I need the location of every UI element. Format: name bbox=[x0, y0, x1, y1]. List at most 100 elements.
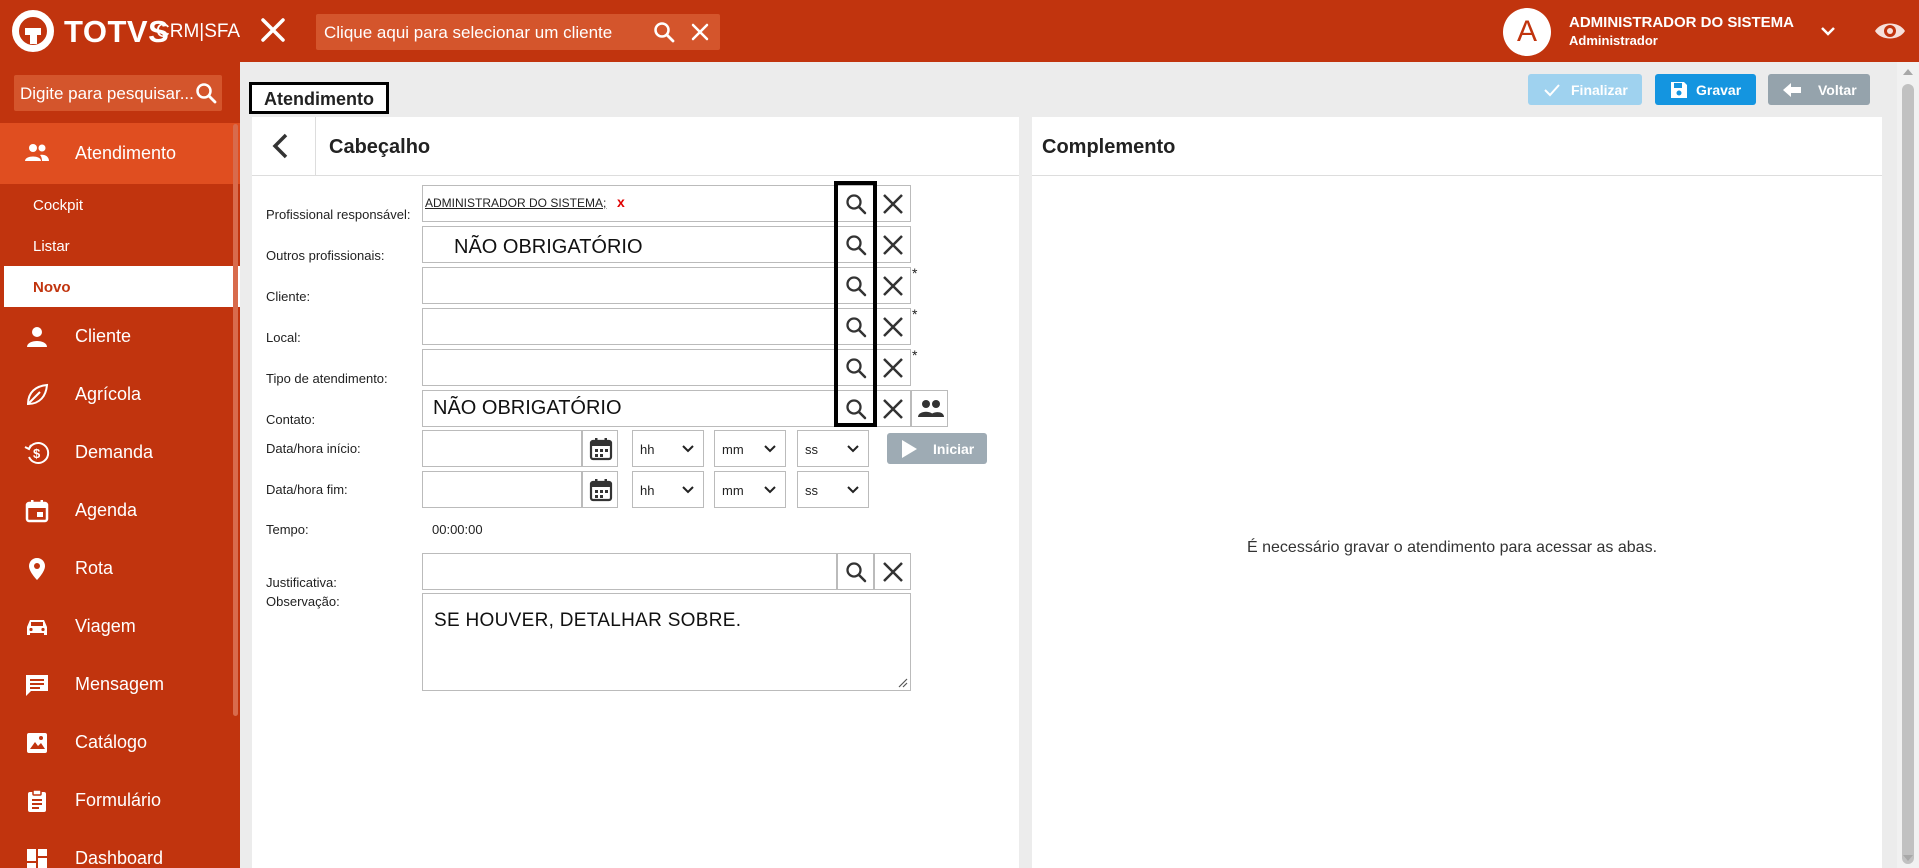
page-scrollbar[interactable] bbox=[1897, 62, 1919, 868]
sidebar-item-agenda[interactable]: Agenda bbox=[0, 481, 240, 539]
search-icon[interactable] bbox=[194, 81, 218, 105]
back-button[interactable] bbox=[252, 117, 316, 175]
sidebar-item-label: Agenda bbox=[75, 500, 138, 520]
scroll-down-icon[interactable] bbox=[1903, 855, 1913, 861]
justificativa-search-button[interactable] bbox=[837, 553, 874, 590]
sidebar-item-atendimento[interactable]: Atendimento bbox=[0, 123, 240, 184]
save-icon bbox=[1671, 82, 1687, 98]
profissional-field[interactable]: ADMINISTRADOR DO SISTEMA; x bbox=[422, 185, 837, 222]
car-icon bbox=[27, 620, 47, 635]
sidebar-subitem-listar[interactable]: Listar bbox=[0, 225, 240, 266]
sidebar-subitem-cockpit[interactable]: Cockpit bbox=[0, 184, 240, 225]
sidebar-subitem-label: Listar bbox=[33, 238, 70, 255]
inicio-second-select[interactable]: ss bbox=[797, 430, 869, 467]
cliente-clear-button[interactable] bbox=[874, 267, 911, 304]
chevron-down-icon[interactable] bbox=[1817, 20, 1839, 42]
sidebar-search[interactable]: Digite para pesquisar... bbox=[14, 75, 222, 111]
sidebar-item-cliente[interactable]: Cliente bbox=[0, 307, 240, 365]
fim-second-select[interactable]: ss bbox=[797, 471, 869, 508]
contato-people-button[interactable] bbox=[911, 390, 948, 427]
chevron-down-icon bbox=[847, 486, 859, 494]
search-icon[interactable] bbox=[652, 20, 676, 44]
inicio-date-input[interactable] bbox=[422, 430, 582, 467]
sidebar-item-viagem[interactable]: Viagem bbox=[0, 597, 240, 655]
tipo-field[interactable] bbox=[422, 349, 837, 386]
fim-hour-select[interactable]: hh bbox=[632, 471, 704, 508]
contato-value: NÃO OBRIGATÓRIO bbox=[433, 397, 622, 419]
sidebar-scrollbar[interactable] bbox=[233, 124, 238, 716]
outros-clear-button[interactable] bbox=[874, 226, 911, 263]
tempo-label: Tempo: bbox=[266, 522, 309, 537]
outros-label: Outros profissionais: bbox=[266, 248, 385, 263]
sidebar-item-formulario[interactable]: Formulário bbox=[0, 771, 240, 829]
inicio-label: Data/hora início: bbox=[266, 441, 361, 456]
sidebar-item-demanda[interactable]: $ Demanda bbox=[0, 423, 240, 481]
eye-icon[interactable] bbox=[1873, 16, 1907, 46]
people-icon bbox=[918, 400, 944, 417]
sidebar: Digite para pesquisar... Atendimento Coc… bbox=[0, 62, 240, 868]
profissional-label: Profissional responsável: bbox=[266, 207, 411, 222]
gravar-button[interactable]: Gravar bbox=[1655, 74, 1756, 105]
local-clear-button[interactable] bbox=[874, 308, 911, 345]
cabecalho-panel: Cabeçalho Profissional responsável: ADMI… bbox=[252, 117, 1019, 868]
justificativa-field[interactable] bbox=[422, 553, 837, 590]
sidebar-subitem-novo[interactable]: Novo bbox=[0, 266, 240, 307]
chevron-down-icon bbox=[682, 445, 694, 453]
close-icon bbox=[883, 358, 903, 378]
money-icon: $ bbox=[24, 442, 50, 464]
sidebar-search-placeholder: Digite para pesquisar... bbox=[20, 84, 194, 103]
justificativa-clear-button[interactable] bbox=[874, 553, 911, 590]
divider bbox=[1032, 175, 1882, 176]
sidebar-item-label: Catálogo bbox=[75, 732, 148, 752]
inicio-hour-select[interactable]: hh bbox=[632, 430, 704, 467]
sidebar-item-dashboard[interactable]: Dashboard bbox=[0, 829, 240, 868]
user-name[interactable]: ADMINISTRADOR DO SISTEMA bbox=[1569, 14, 1794, 31]
profissional-clear-button[interactable] bbox=[874, 185, 911, 222]
remove-tag-icon[interactable]: x bbox=[617, 194, 625, 210]
client-selector[interactable]: Clique aqui para selecionar um cliente bbox=[316, 14, 720, 50]
sidebar-item-rota[interactable]: Rota bbox=[0, 539, 240, 597]
sidebar-item-label: Rota bbox=[75, 558, 114, 578]
profissional-tag[interactable]: ADMINISTRADOR DO SISTEMA; bbox=[425, 196, 606, 210]
tipo-clear-button[interactable] bbox=[874, 349, 911, 386]
sidebar-subitem-label: Novo bbox=[33, 279, 71, 296]
observacao-textarea[interactable]: SE HOUVER, DETALHAR SOBRE. bbox=[422, 593, 911, 691]
close-icon[interactable] bbox=[257, 14, 289, 46]
dashboard-icon bbox=[27, 849, 47, 868]
inicio-minute-select[interactable]: mm bbox=[714, 430, 786, 467]
totvs-logo-icon[interactable] bbox=[12, 10, 54, 52]
voltar-button[interactable]: Voltar bbox=[1768, 74, 1870, 105]
voltar-button-label: Voltar bbox=[1818, 82, 1857, 98]
avatar[interactable]: A bbox=[1503, 8, 1551, 56]
sidebar-item-catalogo[interactable]: Catálogo bbox=[0, 713, 240, 771]
contato-field[interactable]: NÃO OBRIGATÓRIO bbox=[422, 390, 837, 427]
inicio-calendar-button[interactable] bbox=[582, 430, 618, 467]
iniciar-button[interactable]: Iniciar bbox=[887, 433, 987, 464]
outros-field[interactable]: NÃO OBRIGATÓRIO bbox=[422, 226, 837, 263]
location-pin-icon bbox=[29, 558, 45, 580]
scroll-up-icon[interactable] bbox=[1903, 69, 1913, 75]
local-field[interactable] bbox=[422, 308, 837, 345]
fim-date-input[interactable] bbox=[422, 471, 582, 508]
fim-calendar-button[interactable] bbox=[582, 471, 618, 508]
sidebar-item-label: Viagem bbox=[75, 616, 136, 636]
resize-grip-icon[interactable] bbox=[896, 676, 908, 688]
sidebar-item-mensagem[interactable]: Mensagem bbox=[0, 655, 240, 713]
finalizar-button[interactable]: Finalizar bbox=[1528, 74, 1642, 105]
sidebar-item-label: Atendimento bbox=[75, 143, 177, 163]
fim-minute-select[interactable]: mm bbox=[714, 471, 786, 508]
divider bbox=[252, 175, 1019, 176]
cliente-field[interactable] bbox=[422, 267, 837, 304]
close-icon bbox=[883, 317, 903, 337]
cabecalho-title: Cabeçalho bbox=[329, 136, 431, 158]
contato-clear-button[interactable] bbox=[874, 390, 911, 427]
select-value: mm bbox=[722, 442, 744, 457]
sidebar-item-label: Demanda bbox=[75, 442, 154, 462]
clear-icon[interactable] bbox=[688, 20, 712, 44]
fim-label: Data/hora fim: bbox=[266, 482, 348, 497]
clipboard-icon bbox=[28, 789, 46, 812]
required-marker: * bbox=[912, 306, 918, 322]
close-icon bbox=[883, 562, 903, 582]
sidebar-item-agricola[interactable]: Agrícola bbox=[0, 365, 240, 423]
scrollbar-thumb[interactable] bbox=[1902, 84, 1914, 864]
